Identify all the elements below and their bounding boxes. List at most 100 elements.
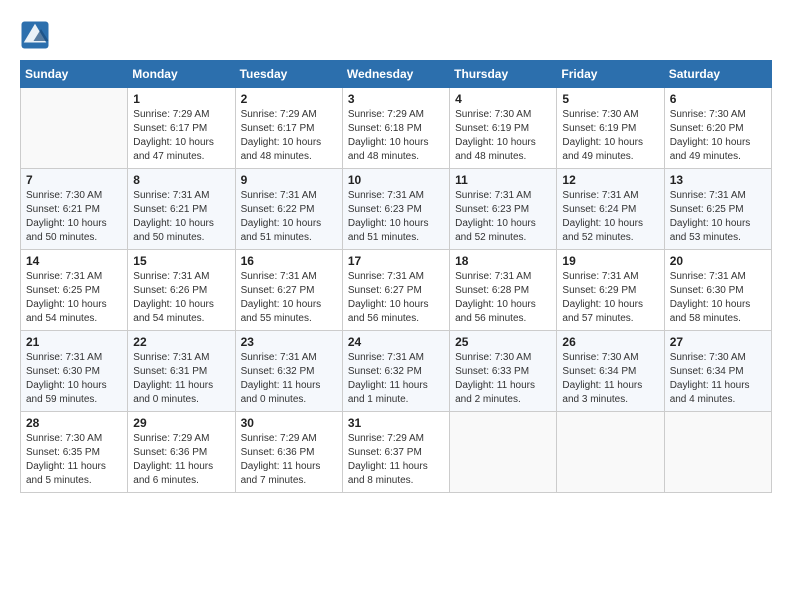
day-number: 29 (133, 416, 229, 430)
page-header (20, 20, 772, 50)
day-number: 4 (455, 92, 551, 106)
day-info: Sunrise: 7:30 AMSunset: 6:21 PMDaylight:… (26, 189, 122, 245)
day-number: 11 (455, 173, 551, 187)
calendar-table: SundayMondayTuesdayWednesdayThursdayFrid… (20, 60, 772, 493)
day-number: 24 (348, 335, 444, 349)
calendar-cell (557, 412, 664, 493)
week-row-1: 7 Sunrise: 7:30 AMSunset: 6:21 PMDaylight… (21, 169, 772, 250)
calendar-cell: 13 Sunrise: 7:31 AMSunset: 6:25 PMDayligh… (664, 169, 771, 250)
header-day-friday: Friday (557, 61, 664, 88)
day-number: 14 (26, 254, 122, 268)
calendar-cell: 31 Sunrise: 7:29 AMSunset: 6:37 PMDayligh… (342, 412, 449, 493)
day-number: 20 (670, 254, 766, 268)
header-row: SundayMondayTuesdayWednesdayThursdayFrid… (21, 61, 772, 88)
calendar-cell: 1 Sunrise: 7:29 AMSunset: 6:17 PMDaylight… (128, 88, 235, 169)
day-info: Sunrise: 7:29 AMSunset: 6:36 PMDaylight:… (133, 432, 229, 488)
day-info: Sunrise: 7:29 AMSunset: 6:36 PMDaylight:… (241, 432, 337, 488)
calendar-cell: 25 Sunrise: 7:30 AMSunset: 6:33 PMDayligh… (450, 331, 557, 412)
day-info: Sunrise: 7:31 AMSunset: 6:27 PMDaylight:… (348, 270, 444, 326)
header-day-sunday: Sunday (21, 61, 128, 88)
calendar-cell: 18 Sunrise: 7:31 AMSunset: 6:28 PMDayligh… (450, 250, 557, 331)
day-number: 13 (670, 173, 766, 187)
calendar-cell: 14Sunrise: 7:31 AMSunset: 6:25 PMDayligh… (21, 250, 128, 331)
calendar-cell: 29 Sunrise: 7:29 AMSunset: 6:36 PMDayligh… (128, 412, 235, 493)
day-info: Sunrise: 7:31 AMSunset: 6:24 PMDaylight:… (562, 189, 658, 245)
header-day-thursday: Thursday (450, 61, 557, 88)
calendar-cell: 24 Sunrise: 7:31 AMSunset: 6:32 PMDayligh… (342, 331, 449, 412)
calendar-cell: 28Sunrise: 7:30 AMSunset: 6:35 PMDayligh… (21, 412, 128, 493)
calendar-cell (21, 88, 128, 169)
week-row-2: 14Sunrise: 7:31 AMSunset: 6:25 PMDayligh… (21, 250, 772, 331)
calendar-cell: 27 Sunrise: 7:30 AMSunset: 6:34 PMDayligh… (664, 331, 771, 412)
day-number: 2 (241, 92, 337, 106)
header-day-monday: Monday (128, 61, 235, 88)
day-info: Sunrise: 7:31 AMSunset: 6:27 PMDaylight:… (241, 270, 337, 326)
day-info: Sunrise: 7:30 AMSunset: 6:19 PMDaylight:… (455, 108, 551, 164)
day-number: 25 (455, 335, 551, 349)
day-info: Sunrise: 7:29 AMSunset: 6:37 PMDaylight:… (348, 432, 444, 488)
day-number: 27 (670, 335, 766, 349)
calendar-cell (664, 412, 771, 493)
day-info: Sunrise: 7:31 AMSunset: 6:29 PMDaylight:… (562, 270, 658, 326)
calendar-cell: 19Sunrise: 7:31 AMSunset: 6:29 PMDayligh… (557, 250, 664, 331)
day-number: 6 (670, 92, 766, 106)
calendar-cell: 5Sunrise: 7:30 AMSunset: 6:19 PMDaylight… (557, 88, 664, 169)
day-info: Sunrise: 7:31 AMSunset: 6:23 PMDaylight:… (455, 189, 551, 245)
day-info: Sunrise: 7:31 AMSunset: 6:25 PMDaylight:… (670, 189, 766, 245)
calendar-cell: 21Sunrise: 7:31 AMSunset: 6:30 PMDayligh… (21, 331, 128, 412)
day-number: 30 (241, 416, 337, 430)
day-number: 31 (348, 416, 444, 430)
day-number: 17 (348, 254, 444, 268)
day-number: 5 (562, 92, 658, 106)
day-info: Sunrise: 7:30 AMSunset: 6:33 PMDaylight:… (455, 351, 551, 407)
day-number: 23 (241, 335, 337, 349)
calendar-cell: 12 Sunrise: 7:31 AMSunset: 6:24 PMDayligh… (557, 169, 664, 250)
day-info: Sunrise: 7:31 AMSunset: 6:26 PMDaylight:… (133, 270, 229, 326)
day-number: 7 (26, 173, 122, 187)
day-info: Sunrise: 7:29 AMSunset: 6:17 PMDaylight:… (133, 108, 229, 164)
logo-icon (20, 20, 50, 50)
day-info: Sunrise: 7:31 AMSunset: 6:28 PMDaylight:… (455, 270, 551, 326)
day-number: 9 (241, 173, 337, 187)
day-number: 8 (133, 173, 229, 187)
day-info: Sunrise: 7:30 AMSunset: 6:35 PMDaylight:… (26, 432, 122, 488)
calendar-header: SundayMondayTuesdayWednesdayThursdayFrid… (21, 61, 772, 88)
calendar-cell: 7 Sunrise: 7:30 AMSunset: 6:21 PMDaylight… (21, 169, 128, 250)
week-row-3: 21Sunrise: 7:31 AMSunset: 6:30 PMDayligh… (21, 331, 772, 412)
day-info: Sunrise: 7:30 AMSunset: 6:34 PMDaylight:… (562, 351, 658, 407)
calendar-cell: 15 Sunrise: 7:31 AMSunset: 6:26 PMDayligh… (128, 250, 235, 331)
calendar-cell (450, 412, 557, 493)
day-info: Sunrise: 7:31 AMSunset: 6:32 PMDaylight:… (348, 351, 444, 407)
calendar-cell: 22Sunrise: 7:31 AMSunset: 6:31 PMDayligh… (128, 331, 235, 412)
day-number: 3 (348, 92, 444, 106)
day-number: 12 (562, 173, 658, 187)
calendar-cell: 2 Sunrise: 7:29 AMSunset: 6:17 PMDaylight… (235, 88, 342, 169)
day-number: 21 (26, 335, 122, 349)
header-day-saturday: Saturday (664, 61, 771, 88)
day-info: Sunrise: 7:31 AMSunset: 6:30 PMDaylight:… (670, 270, 766, 326)
calendar-cell: 8 Sunrise: 7:31 AMSunset: 6:21 PMDaylight… (128, 169, 235, 250)
day-number: 10 (348, 173, 444, 187)
day-number: 15 (133, 254, 229, 268)
calendar-cell: 16Sunrise: 7:31 AMSunset: 6:27 PMDayligh… (235, 250, 342, 331)
day-info: Sunrise: 7:31 AMSunset: 6:32 PMDaylight:… (241, 351, 337, 407)
calendar-cell: 23 Sunrise: 7:31 AMSunset: 6:32 PMDayligh… (235, 331, 342, 412)
day-info: Sunrise: 7:31 AMSunset: 6:21 PMDaylight:… (133, 189, 229, 245)
calendar-cell: 11 Sunrise: 7:31 AMSunset: 6:23 PMDayligh… (450, 169, 557, 250)
header-day-tuesday: Tuesday (235, 61, 342, 88)
calendar-cell: 6Sunrise: 7:30 AMSunset: 6:20 PMDaylight… (664, 88, 771, 169)
day-number: 18 (455, 254, 551, 268)
calendar-cell: 20 Sunrise: 7:31 AMSunset: 6:30 PMDayligh… (664, 250, 771, 331)
calendar-cell: 30 Sunrise: 7:29 AMSunset: 6:36 PMDayligh… (235, 412, 342, 493)
day-info: Sunrise: 7:31 AMSunset: 6:31 PMDaylight:… (133, 351, 229, 407)
calendar-cell: 4 Sunrise: 7:30 AMSunset: 6:19 PMDaylight… (450, 88, 557, 169)
day-info: Sunrise: 7:31 AMSunset: 6:22 PMDaylight:… (241, 189, 337, 245)
day-number: 1 (133, 92, 229, 106)
day-info: Sunrise: 7:29 AMSunset: 6:17 PMDaylight:… (241, 108, 337, 164)
day-info: Sunrise: 7:31 AMSunset: 6:23 PMDaylight:… (348, 189, 444, 245)
day-info: Sunrise: 7:30 AMSunset: 6:34 PMDaylight:… (670, 351, 766, 407)
calendar-cell: 9 Sunrise: 7:31 AMSunset: 6:22 PMDaylight… (235, 169, 342, 250)
day-info: Sunrise: 7:29 AMSunset: 6:18 PMDaylight:… (348, 108, 444, 164)
calendar-cell: 17 Sunrise: 7:31 AMSunset: 6:27 PMDayligh… (342, 250, 449, 331)
calendar-cell: 3 Sunrise: 7:29 AMSunset: 6:18 PMDaylight… (342, 88, 449, 169)
